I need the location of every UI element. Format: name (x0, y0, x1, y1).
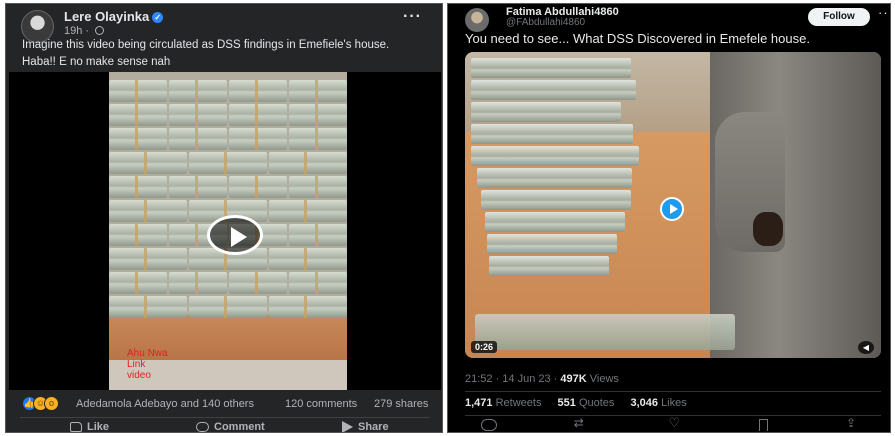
reactions-icons[interactable]: 👍 ☺ o (22, 396, 64, 412)
video-watermark: Ahu Nwa Link video (127, 348, 168, 381)
quotes-count: 551 (557, 397, 576, 409)
share-button[interactable]: Share (342, 421, 389, 433)
tweet-text: You need to see... What DSS Discovered i… (465, 31, 810, 46)
tweet-timestamp[interactable]: 21:52 · 14 Jun 23 · 497K Views (465, 373, 619, 385)
likes-stat[interactable]: 3,046 Likes (630, 397, 686, 409)
post-meta: 19h · (64, 25, 105, 37)
quotes-stat[interactable]: 551 Quotes (558, 397, 615, 409)
divider (465, 391, 881, 392)
comment-label: Comment (214, 421, 265, 433)
facebook-post: Lere Olayinka ✓ 19h · ··· Imagine this vi… (5, 3, 443, 433)
retweet-icon[interactable] (574, 416, 590, 431)
bookmark-icon[interactable] (759, 419, 769, 431)
reactions-summary[interactable]: Adedamola Adebayo and 140 others (76, 398, 254, 410)
play-icon[interactable] (660, 197, 684, 221)
likes-label: Likes (661, 397, 687, 409)
share-icon[interactable] (845, 416, 861, 431)
shares-count[interactable]: 279 shares (374, 398, 428, 410)
tweet-handle[interactable]: @FAbdullahi4860 (506, 17, 585, 28)
video-person-hand (753, 212, 783, 246)
author-name[interactable]: Lere Olayinka (64, 9, 149, 24)
avatar[interactable] (465, 8, 489, 32)
video-player[interactable]: 0:26 ◀ (465, 52, 881, 358)
more-icon[interactable]: ··· (403, 8, 422, 26)
quotes-label: Quotes (578, 397, 615, 409)
post-timestamp[interactable]: 19h (64, 25, 82, 37)
like-icon[interactable] (667, 415, 683, 431)
cash-stack-image (109, 80, 347, 320)
cash-stack-image (471, 58, 641, 288)
views-label: Views (589, 373, 619, 385)
divider (20, 417, 430, 418)
tweet-time: 21:52 · 14 Jun 23 · (465, 373, 558, 385)
like-button[interactable]: Like (70, 421, 110, 433)
wow-reaction-icon: o (44, 396, 59, 411)
play-icon[interactable] (207, 215, 263, 255)
post-author[interactable]: Lere Olayinka ✓ (64, 9, 164, 24)
video-player[interactable]: Ahu Nwa Link video (9, 72, 441, 390)
share-label: Share (358, 421, 389, 433)
video-duration: 0:26 (471, 341, 498, 353)
comment-button[interactable]: Comment (196, 421, 265, 433)
thumbs-up-icon (70, 422, 82, 432)
retweets-label: Retweets (495, 397, 542, 409)
cash-bundle (475, 314, 735, 350)
tweet-stats: 1,471 Retweets 551 Quotes 3,046 Likes (465, 397, 687, 409)
volume-icon[interactable]: ◀ (858, 341, 874, 354)
comments-count[interactable]: 120 comments (285, 398, 357, 410)
reply-icon[interactable] (481, 419, 497, 431)
comment-icon (196, 422, 209, 432)
globe-icon (95, 26, 105, 35)
retweets-count: 1,471 (465, 397, 493, 409)
likes-count: 3,046 (630, 397, 658, 409)
more-icon[interactable]: ··· (878, 5, 890, 20)
post-caption: Imagine this video being circulated as D… (22, 39, 390, 51)
follow-button[interactable]: Follow (808, 8, 870, 26)
tweet: Fatima Abdullahi4860 @FAbdullahi4860 Fol… (447, 3, 891, 433)
retweets-stat[interactable]: 1,471 Retweets (465, 397, 541, 409)
views-count: 497K (560, 373, 587, 385)
post-caption-line2: Haba!! E no make sense nah (22, 56, 171, 68)
verified-badge-icon: ✓ (152, 12, 164, 23)
like-label: Like (87, 421, 110, 433)
tweet-actions (481, 415, 861, 431)
share-icon (342, 421, 353, 432)
